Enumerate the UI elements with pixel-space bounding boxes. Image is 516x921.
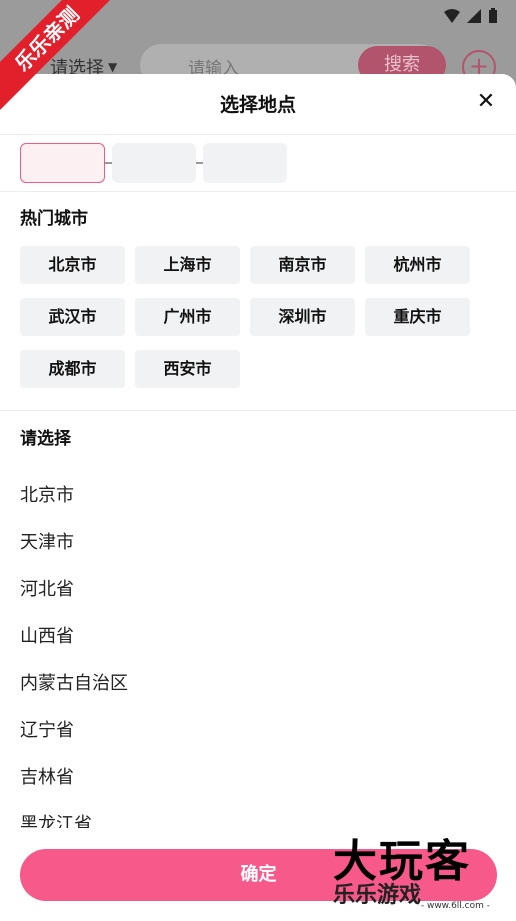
list-item[interactable]: 河北省	[20, 566, 516, 613]
wifi-icon	[444, 8, 460, 24]
location-picker-sheet: 选择地点 ✕ 热门城市 北京市 上海市 南京市 杭州市 武汉市 广州市 深圳市 …	[0, 74, 516, 921]
level-selectors	[20, 143, 287, 183]
hot-city-button[interactable]: 成都市	[20, 350, 125, 388]
hot-city-button[interactable]: 深圳市	[250, 298, 355, 336]
hot-city-button[interactable]: 西安市	[135, 350, 240, 388]
watermark-title: 大玩客	[333, 836, 471, 887]
hot-city-button[interactable]: 上海市	[135, 246, 240, 284]
sheet-header: 选择地点 ✕	[0, 74, 516, 135]
hot-cities-grid: 北京市 上海市 南京市 杭州市 武汉市 广州市 深圳市 重庆市 成都市 西安市	[20, 246, 470, 388]
hot-city-button[interactable]: 重庆市	[365, 298, 470, 336]
separator-dash	[196, 162, 203, 164]
hot-city-button[interactable]: 杭州市	[365, 246, 470, 284]
list-item[interactable]: 北京市	[20, 472, 516, 519]
list-item[interactable]: 内蒙古自治区	[20, 660, 516, 707]
watermark-logo: 大玩客 乐乐游戏 - www.6ll.com -	[333, 836, 508, 912]
hot-city-button[interactable]: 武汉市	[20, 298, 125, 336]
hot-city-button[interactable]: 广州市	[135, 298, 240, 336]
divider	[0, 191, 516, 192]
hot-cities-title: 热门城市	[20, 209, 88, 229]
battery-icon	[488, 8, 504, 24]
list-item[interactable]: 吉林省	[20, 754, 516, 801]
caret-down-icon: ▼	[108, 60, 118, 74]
hot-city-button[interactable]: 北京市	[20, 246, 125, 284]
watermark-url: - www.6ll.com -	[420, 901, 490, 911]
separator-dash	[105, 162, 112, 164]
list-item[interactable]: 山西省	[20, 613, 516, 660]
hot-city-button[interactable]: 南京市	[250, 246, 355, 284]
close-icon[interactable]: ✕	[474, 90, 498, 114]
list-item[interactable]: 黑龙江省	[20, 801, 516, 828]
city-selector[interactable]	[112, 143, 196, 183]
list-item[interactable]: 辽宁省	[20, 707, 516, 754]
province-selector[interactable]	[20, 143, 105, 183]
sheet-title: 选择地点	[219, 94, 296, 116]
status-bar	[444, 8, 504, 24]
district-selector[interactable]	[203, 143, 287, 183]
province-list-title: 请选择	[20, 429, 71, 449]
divider	[0, 410, 516, 411]
signal-icon	[466, 8, 482, 24]
list-item[interactable]: 天津市	[20, 519, 516, 566]
province-list[interactable]: 北京市 天津市 河北省 山西省 内蒙古自治区 辽宁省 吉林省 黑龙江省	[20, 472, 516, 828]
